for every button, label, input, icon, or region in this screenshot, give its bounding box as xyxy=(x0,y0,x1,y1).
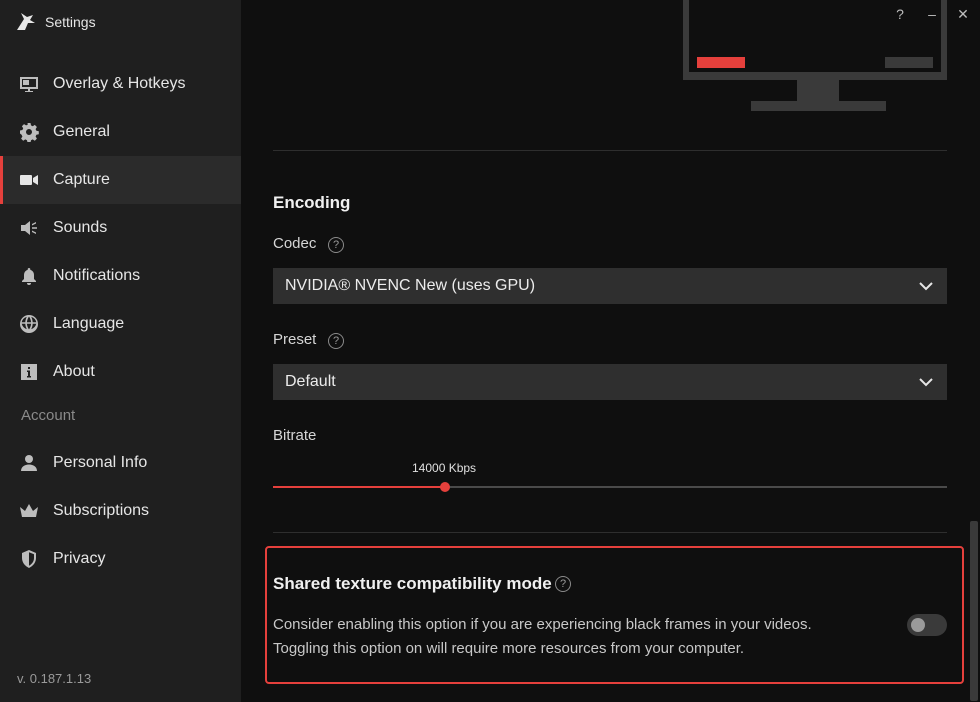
sidebar-item-notifications[interactable]: Notifications xyxy=(0,252,241,300)
shared-texture-toggle[interactable] xyxy=(907,614,947,636)
preset-label: Preset xyxy=(273,331,317,348)
sidebar-item-label: Capture xyxy=(53,171,110,188)
preset-help-icon[interactable]: ? xyxy=(328,333,344,349)
sidebar-item-language[interactable]: Language xyxy=(0,300,241,348)
bitrate-value: 14000 Kbps xyxy=(412,461,477,475)
sidebar-item-label: Sounds xyxy=(53,219,108,236)
sidebar-item-label: Privacy xyxy=(53,550,106,567)
app-logo-icon xyxy=(17,13,35,30)
toggle-knob xyxy=(911,618,925,632)
sidebar-item-label: Notifications xyxy=(53,267,141,284)
sidebar-item-capture[interactable]: Capture xyxy=(0,156,241,204)
version-label: v. 0.187.1.13 xyxy=(17,671,92,686)
sidebar-item-label: Subscriptions xyxy=(53,502,150,519)
gear-icon xyxy=(18,121,40,143)
codec-label: Codec xyxy=(273,235,317,252)
divider xyxy=(273,150,947,151)
preset-select-value: Default xyxy=(285,373,336,390)
speaker-icon xyxy=(18,217,40,239)
divider xyxy=(273,532,947,533)
globe-icon xyxy=(18,313,40,335)
sidebar-item-about[interactable]: About xyxy=(0,348,241,396)
monitor-illustration xyxy=(683,0,947,111)
encoding-heading: Encoding xyxy=(273,193,351,212)
codec-help-icon[interactable]: ? xyxy=(328,237,344,253)
app-title: Settings xyxy=(45,14,96,30)
bitrate-slider-fill xyxy=(273,486,445,488)
close-button[interactable]: ✕ xyxy=(955,6,971,22)
sidebar-item-label: About xyxy=(53,363,95,380)
camera-icon xyxy=(18,169,40,191)
info-icon xyxy=(18,361,40,383)
sidebar-item-label: Personal Info xyxy=(53,454,148,471)
sidebar-item-label: Overlay & Hotkeys xyxy=(53,75,186,92)
sidebar-item-subscriptions[interactable]: Subscriptions xyxy=(0,487,241,535)
sidebar-item-general[interactable]: General xyxy=(0,108,241,156)
sidebar-item-label: Language xyxy=(53,315,125,332)
chevron-down-icon xyxy=(919,378,933,387)
sidebar-item-privacy[interactable]: Privacy xyxy=(0,535,241,583)
sidebar-item-label: General xyxy=(53,123,110,140)
chevron-down-icon xyxy=(919,282,933,291)
account-section-label: Account xyxy=(21,407,76,424)
sidebar-item-sounds[interactable]: Sounds xyxy=(0,204,241,252)
user-icon xyxy=(18,452,40,474)
shared-texture-heading: Shared texture compatibility mode xyxy=(273,574,552,593)
codec-select[interactable]: NVIDIA® NVENC New (uses GPU) xyxy=(273,268,947,304)
shared-texture-description-line1: Consider enabling this option if you are… xyxy=(273,616,812,633)
scrollbar-thumb[interactable] xyxy=(970,521,978,701)
shared-texture-help-icon[interactable]: ? xyxy=(555,576,571,592)
codec-select-value: NVIDIA® NVENC New (uses GPU) xyxy=(285,277,536,294)
shield-icon xyxy=(18,548,40,570)
preset-select[interactable]: Default xyxy=(273,364,947,400)
overlay-icon xyxy=(18,73,40,95)
sidebar: Settings Overlay & Hotkeys General Captu… xyxy=(0,0,241,702)
sidebar-item-overlay-hotkeys[interactable]: Overlay & Hotkeys xyxy=(0,60,241,108)
bitrate-label: Bitrate xyxy=(273,427,317,444)
app-header: Settings xyxy=(0,0,241,44)
bell-icon xyxy=(18,265,40,287)
shared-texture-description-line2: Toggling this option on will require mor… xyxy=(273,640,745,657)
sidebar-item-personal-info[interactable]: Personal Info xyxy=(0,439,241,487)
crown-icon xyxy=(18,500,40,522)
bitrate-slider-handle[interactable] xyxy=(439,482,450,492)
highlight-box xyxy=(265,546,964,684)
